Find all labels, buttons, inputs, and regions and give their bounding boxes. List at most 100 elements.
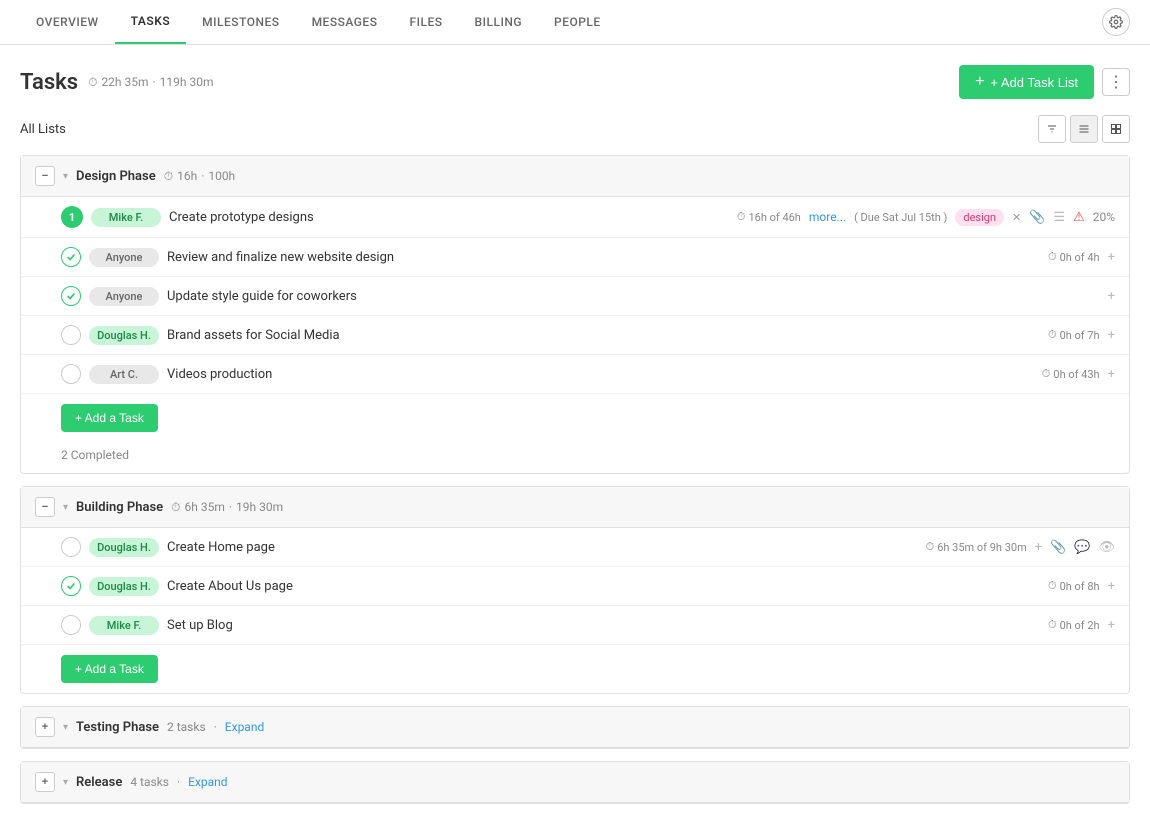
clock-icon-xs: ⏱ — [1048, 618, 1057, 632]
comment-icon[interactable]: 💬 — [1074, 540, 1090, 555]
task-checkbox[interactable] — [61, 325, 81, 345]
expand-release-button[interactable]: + — [35, 772, 55, 792]
nav-overview[interactable]: OVERVIEW — [20, 1, 115, 43]
nav-messages[interactable]: MESSAGES — [296, 1, 394, 43]
expand-link[interactable]: Expand — [188, 775, 227, 789]
add-time-icon[interactable]: + — [1035, 540, 1042, 555]
task-row: Anyone Update style guide for coworkers … — [21, 277, 1129, 316]
assignee-badge[interactable]: Anyone — [89, 287, 159, 306]
nav-files[interactable]: FILES — [393, 1, 458, 43]
task-name[interactable]: Videos production — [167, 367, 1034, 382]
alert-icon[interactable]: ⚠ — [1073, 210, 1085, 225]
testing-phase-section: + ▾ Testing Phase 2 tasks · Expand — [20, 706, 1130, 749]
nav-people[interactable]: PEOPLE — [538, 1, 617, 43]
task-count: 2 tasks — [167, 720, 206, 734]
task-name[interactable]: Create About Us page — [167, 579, 1040, 594]
more-link[interactable]: more... — [809, 210, 846, 224]
more-options-button[interactable]: ⋮ — [1102, 68, 1130, 96]
task-checkbox[interactable] — [61, 247, 81, 267]
design-tag[interactable]: design — [955, 209, 1004, 226]
task-time: ⏱ 0h of 2h — [1048, 618, 1100, 632]
task-number-badge: 1 — [61, 206, 83, 228]
paperclip-icon[interactable]: 📎 — [1029, 210, 1045, 225]
add-time-icon[interactable]: + — [1108, 579, 1115, 594]
testing-phase-header: + ▾ Testing Phase 2 tasks · Expand — [21, 707, 1129, 748]
page-title: Tasks — [20, 70, 78, 95]
task-row: Mike F. Set up Blog ⏱ 0h of 2h + — [21, 606, 1129, 645]
add-time-icon[interactable]: + — [1108, 250, 1115, 265]
list-view-button[interactable] — [1070, 115, 1098, 143]
task-time: ⏱ 0h of 8h — [1048, 579, 1100, 593]
completed-label[interactable]: 2 Completed — [61, 448, 129, 462]
grid-view-button[interactable] — [1102, 115, 1130, 143]
task-name[interactable]: Create prototype designs — [169, 210, 729, 225]
assignee-badge[interactable]: Douglas H. — [89, 538, 159, 557]
task-name[interactable]: Review and finalize new website design — [167, 250, 1040, 265]
release-section: + ▾ Release 4 tasks · Expand — [20, 761, 1130, 804]
time-tracked: 22h 35m — [101, 75, 148, 89]
clock-icon-xs: ⏱ — [1042, 367, 1051, 381]
list-icon[interactable]: ☰ — [1053, 210, 1065, 225]
task-time: ⏱ 16h of 46h — [737, 210, 801, 224]
filter-button[interactable] — [1038, 115, 1066, 143]
paperclip-icon[interactable]: 📎 — [1050, 540, 1066, 555]
assignee-badge[interactable]: Anyone — [89, 248, 159, 267]
task-row: Anyone Review and finalize new website d… — [21, 238, 1129, 277]
add-task-button[interactable]: + Add a Task — [61, 655, 158, 683]
assignee-badge[interactable]: Mike F. — [89, 616, 159, 635]
task-checkbox[interactable] — [61, 537, 81, 557]
task-name[interactable]: Create Home page — [167, 540, 918, 555]
assignee-badge[interactable]: Douglas H. — [89, 577, 159, 596]
add-time-icon[interactable]: + — [1108, 367, 1115, 382]
add-task-list-button[interactable]: + + Add Task List — [959, 65, 1094, 99]
task-checkbox[interactable] — [61, 576, 81, 596]
add-time-icon[interactable]: + — [1108, 328, 1115, 343]
add-time-icon[interactable]: + — [1108, 618, 1115, 633]
task-checkbox[interactable] — [61, 615, 81, 635]
task-count: 4 tasks — [130, 775, 169, 789]
completed-area: 2 Completed — [21, 442, 1129, 473]
expand-link[interactable]: Expand — [225, 720, 264, 734]
release-header: + ▾ Release 4 tasks · Expand — [21, 762, 1129, 803]
chevron-down-icon: ▾ — [63, 502, 68, 513]
add-time-icon[interactable]: + — [1108, 289, 1115, 304]
add-task-area: + Add a Task — [21, 645, 1129, 693]
collapse-building-phase-button[interactable]: − — [35, 497, 55, 517]
settings-icon[interactable] — [1102, 8, 1130, 36]
tag-remove-icon[interactable]: ✕ — [1012, 211, 1021, 224]
add-task-button[interactable]: + Add a Task — [61, 404, 158, 432]
task-time: ⏱ 0h of 4h — [1048, 250, 1100, 264]
nav-billing[interactable]: BILLING — [459, 1, 539, 43]
task-checkbox[interactable] — [61, 286, 81, 306]
nav-milestones[interactable]: MILESTONES — [186, 1, 295, 43]
collapse-design-phase-button[interactable]: − — [35, 166, 55, 186]
building-phase-header: − ▾ Building Phase ⏱ 6h 35m · 19h 30m — [21, 487, 1129, 528]
release-title: Release — [76, 775, 122, 790]
top-nav: OVERVIEW TASKS MILESTONES MESSAGES FILES… — [0, 0, 1150, 45]
add-task-area: + Add a Task — [21, 394, 1129, 442]
clock-icon-xs: ⏱ — [926, 540, 935, 554]
eye-icon[interactable]: 👁 — [1098, 540, 1115, 555]
main-content: Tasks ⏱ 22h 35m · 119h 30m + + Add Task … — [0, 45, 1150, 836]
chevron-right-icon: ▾ — [63, 722, 68, 733]
testing-phase-title: Testing Phase — [76, 720, 159, 735]
task-name[interactable]: Set up Blog — [167, 618, 1040, 633]
clock-icon-xs: ⏱ — [1048, 579, 1057, 593]
building-phase-title: Building Phase — [76, 500, 163, 515]
all-lists-label: All Lists — [20, 122, 66, 137]
design-phase-meta: ⏱ 16h · 100h — [164, 169, 235, 184]
expand-testing-phase-button[interactable]: + — [35, 717, 55, 737]
task-row: Douglas H. Create About Us page ⏱ 0h of … — [21, 567, 1129, 606]
task-checkbox[interactable] — [61, 364, 81, 384]
nav-tasks[interactable]: TASKS — [115, 0, 187, 44]
task-name[interactable]: Brand assets for Social Media — [167, 328, 1040, 343]
assignee-badge[interactable]: Art C. — [89, 365, 159, 384]
clock-icon-xs: ⏱ — [1048, 250, 1057, 264]
tasks-actions: + + Add Task List ⋮ — [959, 65, 1130, 99]
tasks-header: Tasks ⏱ 22h 35m · 119h 30m + + Add Task … — [20, 65, 1130, 99]
task-name[interactable]: Update style guide for coworkers — [167, 289, 1100, 304]
design-phase-title: Design Phase — [76, 169, 156, 184]
chevron-right-icon: ▾ — [63, 777, 68, 788]
assignee-badge[interactable]: Douglas H. — [89, 326, 159, 345]
assignee-badge[interactable]: Mike F. — [91, 208, 161, 227]
